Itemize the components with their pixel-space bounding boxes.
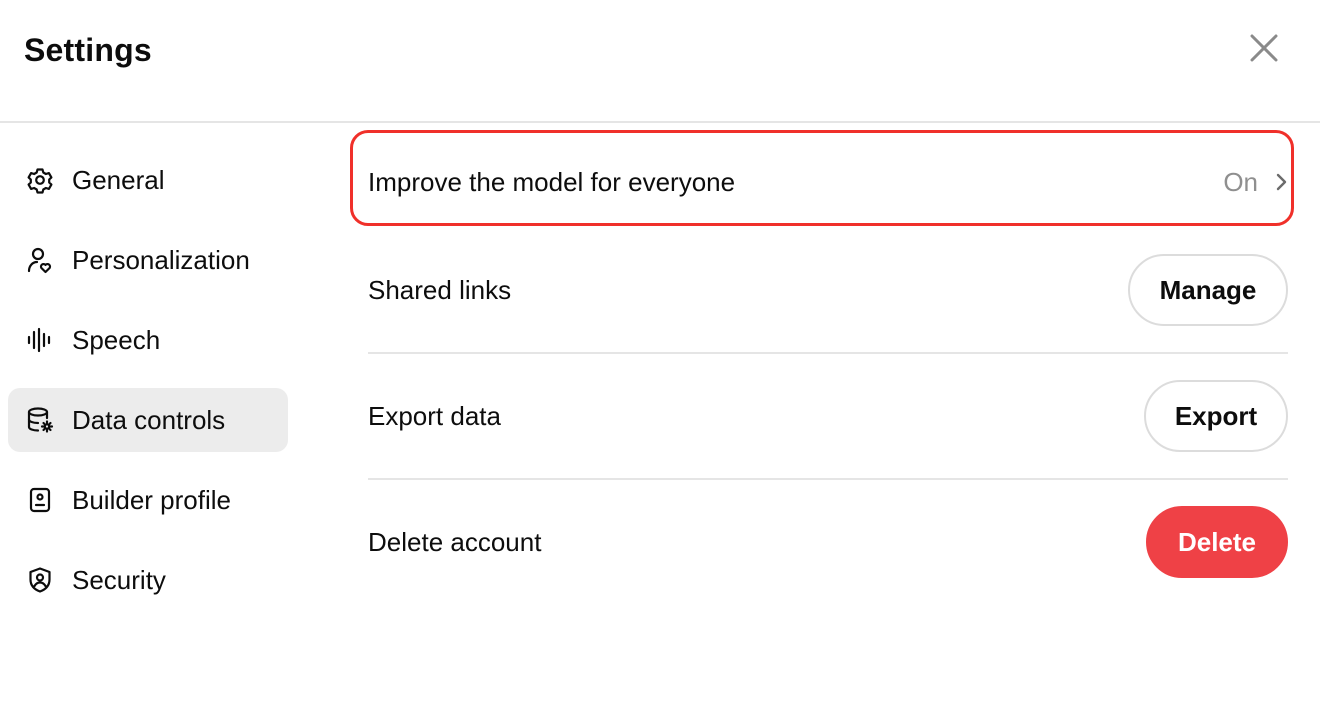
export-data-row: Export data Export [368,378,1288,454]
delete-button[interactable]: Delete [1146,506,1288,578]
divider [368,352,1288,354]
improve-model-label: Improve the model for everyone [368,167,736,197]
sidebar-item-speech[interactable]: Speech [8,308,288,372]
sidebar-item-label: General [72,165,165,195]
database-gear-icon [26,406,54,434]
dialog-header: Settings [0,0,1320,123]
improve-model-setting[interactable]: On [1223,167,1288,198]
sidebar-item-data-controls[interactable]: Data controls [8,388,288,452]
sidebar-item-label: Personalization [72,245,250,275]
delete-account-row: Delete account Delete [368,504,1288,580]
sidebar-item-label: Builder profile [72,485,231,515]
id-badge-icon [26,486,54,514]
close-icon [1250,34,1278,62]
sidebar-item-general[interactable]: General [8,148,288,212]
shield-user-icon [26,566,54,594]
manage-button[interactable]: Manage [1128,254,1288,326]
delete-account-label: Delete account [368,527,542,557]
dialog-title: Settings [24,32,152,68]
chevron-right-icon [1276,173,1287,191]
export-data-label: Export data [368,401,501,431]
sidebar-item-personalization[interactable]: Personalization [8,228,288,292]
sidebar-item-label: Data controls [72,405,226,435]
settings-sidebar: General Personalization Speech Data cont… [8,148,288,628]
waveform-icon [26,326,54,354]
sidebar-item-builder-profile[interactable]: Builder profile [8,468,288,532]
sidebar-item-label: Speech [72,325,161,355]
close-button[interactable] [1240,24,1288,72]
shared-links-row: Shared links Manage [368,252,1288,328]
improve-model-value: On [1223,166,1258,197]
sidebar-item-security[interactable]: Security [8,548,288,612]
gear-icon [26,166,54,194]
divider [368,478,1288,480]
export-button[interactable]: Export [1144,380,1288,452]
improve-model-row[interactable]: Improve the model for everyone On [368,150,1288,214]
settings-dialog: Settings General Personalization Speech … [0,0,1320,702]
shared-links-label: Shared links [368,275,512,305]
sidebar-item-label: Security [72,565,166,595]
person-heart-icon [26,246,54,274]
